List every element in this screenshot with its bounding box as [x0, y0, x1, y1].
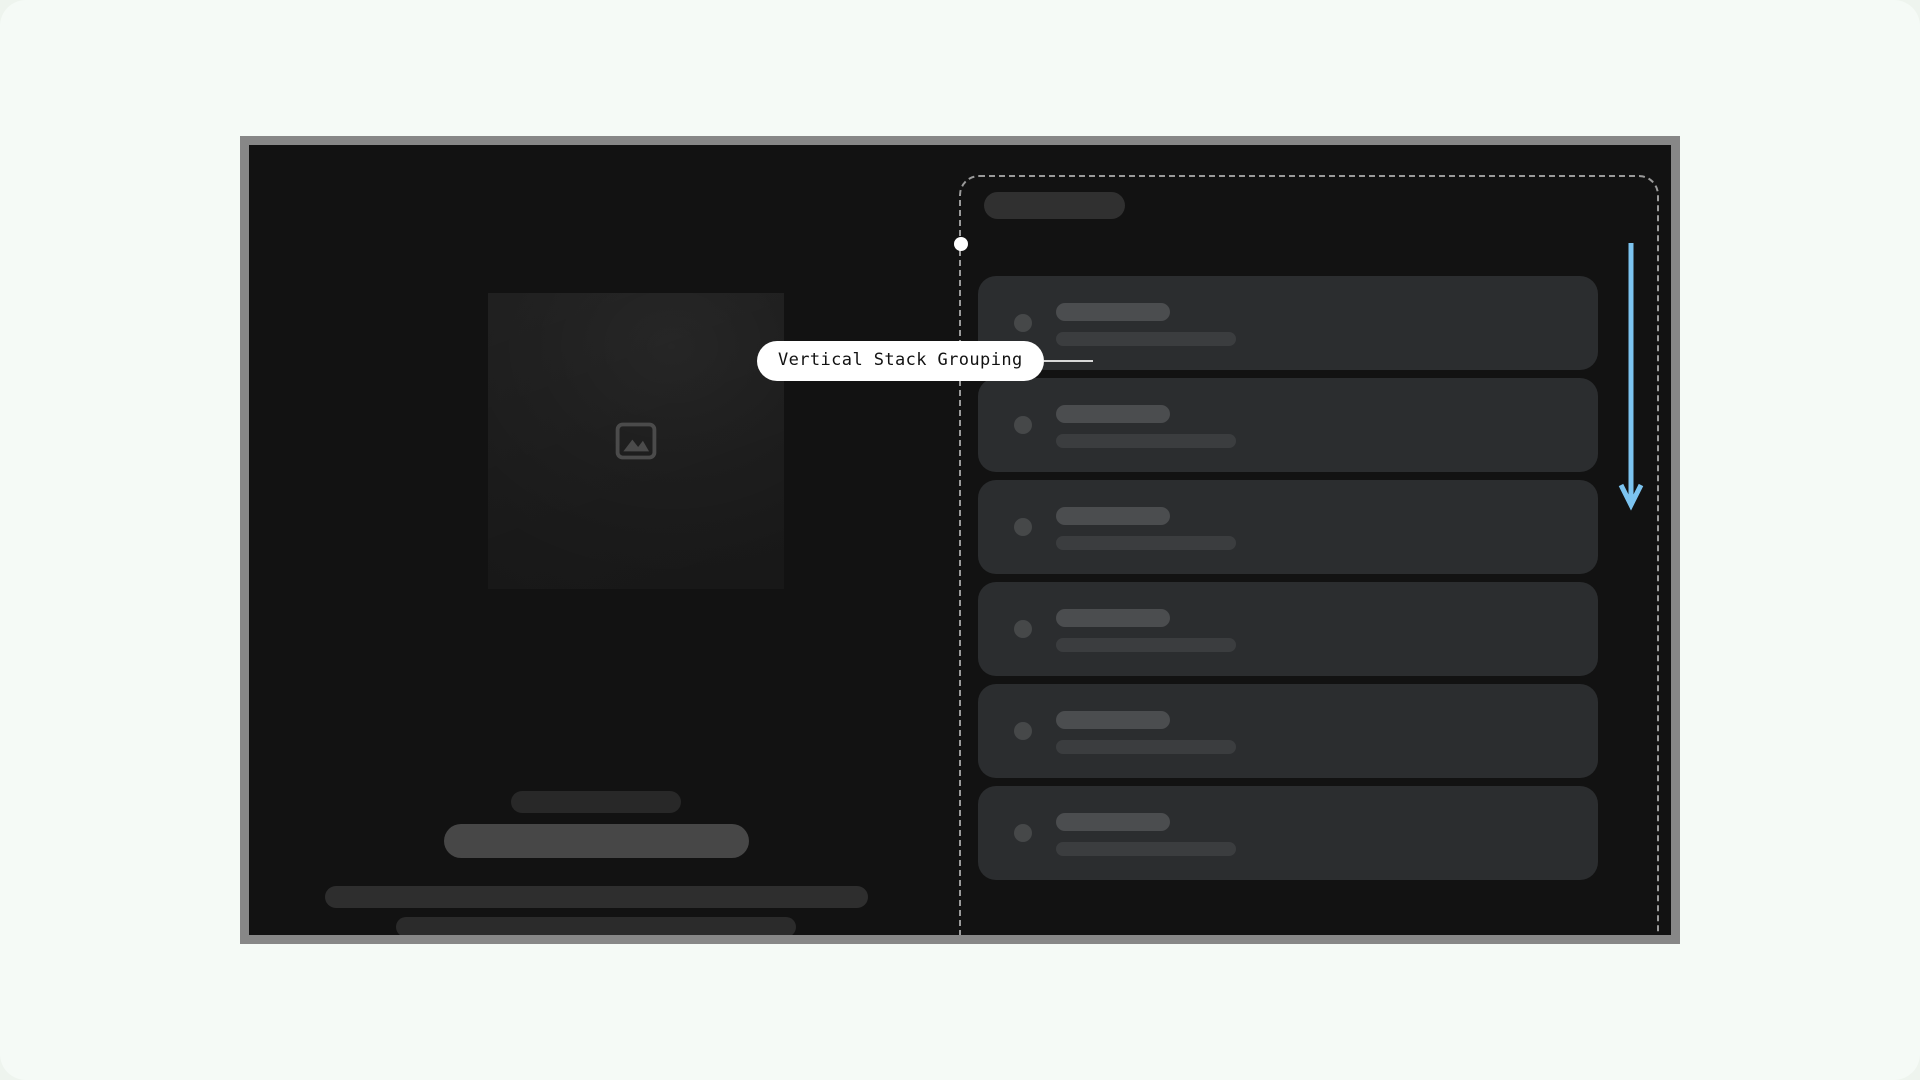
left-detail-panel: [249, 145, 943, 935]
subtitle-skeleton: [1056, 638, 1236, 652]
skeleton-bar-1: [511, 791, 681, 813]
title-skeleton: [1056, 609, 1170, 627]
list-item-5[interactable]: [978, 684, 1598, 778]
device-frame: Vertical Stack Grouping: [240, 136, 1680, 944]
avatar: [1014, 722, 1032, 740]
page-canvas: Vertical Stack Grouping: [0, 0, 1920, 1080]
skeleton-row-2: [249, 813, 943, 858]
skeleton-row-1: [249, 791, 943, 813]
list-item-2[interactable]: [978, 378, 1598, 472]
subtitle-skeleton: [1056, 842, 1236, 856]
list-item-text: [1056, 405, 1236, 448]
avatar: [1014, 314, 1032, 332]
subtitle-skeleton: [1056, 536, 1236, 550]
skeleton-bar-3: [324, 886, 868, 908]
title-skeleton: [1056, 405, 1170, 423]
avatar: [1014, 620, 1032, 638]
app-screen: Vertical Stack Grouping: [249, 145, 1671, 935]
subtitle-skeleton: [1056, 740, 1236, 754]
annotation-label: Vertical Stack Grouping: [757, 341, 1044, 381]
title-skeleton: [1056, 507, 1170, 525]
media-placeholder: [488, 293, 784, 589]
list-item-6[interactable]: [978, 786, 1598, 880]
image-placeholder-icon: [615, 422, 657, 460]
title-skeleton: [1056, 303, 1170, 321]
list-item-text: [1056, 507, 1236, 550]
left-panel-skeleton-text: [249, 791, 943, 935]
list-item-4[interactable]: [978, 582, 1598, 676]
skeleton-row-4: [249, 908, 943, 935]
skeleton-bar-2: [443, 824, 749, 858]
list-item-text: [1056, 813, 1236, 856]
list-item-text: [1056, 711, 1236, 754]
list-item-text: [1056, 609, 1236, 652]
header-skeleton-pill: [984, 192, 1125, 219]
title-skeleton: [1056, 711, 1170, 729]
avatar: [1014, 518, 1032, 536]
title-skeleton: [1056, 813, 1170, 831]
list-item-3[interactable]: [978, 480, 1598, 574]
skeleton-bar-4: [396, 917, 796, 935]
annotation-anchor-dot: [954, 237, 968, 251]
subtitle-skeleton: [1056, 434, 1236, 448]
avatar: [1014, 416, 1032, 434]
list-item-text: [1056, 303, 1236, 346]
annotation-callout: Vertical Stack Grouping: [757, 341, 1093, 381]
annotation-leader-line: [1043, 359, 1093, 362]
skeleton-row-3: [249, 858, 943, 908]
vertical-flow-arrow: [1618, 243, 1644, 511]
avatar: [1014, 824, 1032, 842]
